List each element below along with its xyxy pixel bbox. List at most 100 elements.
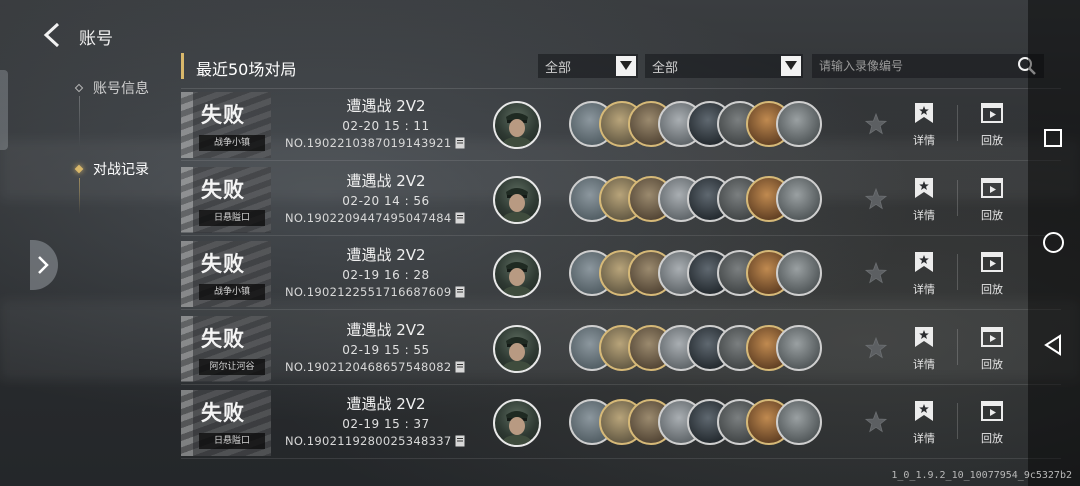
detail-label: 详情 [913,357,935,371]
map-name: 日悬隘口 [199,209,265,226]
map-name: 阿尔让河谷 [199,358,265,375]
star-icon[interactable] [864,112,888,136]
officer-portrait-icon [501,336,533,371]
result-label: 失败 [201,177,245,202]
dropdown-value: 全部 [652,60,679,76]
result-label: 失败 [201,103,245,127]
replay-button[interactable]: 回放 [971,325,1013,375]
copy-icon[interactable] [455,286,465,298]
heavy-tank-unit-icon [775,399,822,445]
nav-item-battle-records[interactable]: 对战记录 [74,159,149,179]
back-arrow-icon [43,22,60,48]
replay-label: 回放 [981,432,1003,445]
button-divider [957,254,958,290]
heavy-tank-unit-icon [775,250,822,296]
system-back-icon[interactable] [1043,334,1063,356]
match-time: 02-19 15 : 55 [342,342,430,357]
star-icon[interactable] [864,410,888,434]
version-label: 1_0_1.9.2_10_10077954_9c5327b2 [891,470,1072,481]
back-button[interactable] [38,20,68,50]
dropdown-arrow-icon [616,56,636,76]
match-mode: 遭遇战 2V2 [346,320,426,339]
match-time: 02-20 15 : 11 [342,119,430,133]
officer-portrait-icon [501,411,533,445]
detail-button[interactable]: 详情 [903,399,945,449]
heavy-tank-unit-icon [775,324,822,371]
section-accent-bar [181,53,184,79]
commander-avatar[interactable] [493,250,541,298]
heavy-tank-unit-icon [775,175,822,222]
replay-label: 回放 [981,134,1003,147]
match-time: 02-20 14 : 56 [342,193,430,208]
replay-label: 回放 [981,283,1003,296]
commander-avatar[interactable] [493,324,541,373]
match-time: 02-19 16 : 28 [342,268,430,282]
search-box [812,54,1044,78]
match-mode: 遭遇战 2V2 [346,395,426,413]
copy-icon[interactable] [455,212,465,224]
filter-dropdown-1[interactable]: 全部 [538,54,638,78]
dropdown-arrow-icon [781,56,801,76]
replay-number: NO.1902122551716687609 [285,285,452,299]
result-label: 失败 [201,252,245,276]
recent-apps-button[interactable] [1044,129,1062,147]
map-name: 日悬隘口 [199,433,265,449]
replay-number: NO.1902120468657548082 [285,359,452,374]
copy-icon[interactable] [455,137,465,149]
search-input[interactable] [812,54,1016,78]
copy-icon[interactable] [455,435,465,447]
detail-button[interactable]: 详情 [903,101,945,151]
detail-label: 详情 [913,208,935,222]
replay-label: 回放 [981,208,1003,222]
expand-panel-button[interactable] [30,240,58,290]
bookmark-star-icon [915,326,933,347]
video-play-icon [981,252,1003,272]
officer-portrait-icon [501,262,533,296]
commander-avatar[interactable] [493,399,541,447]
match-time: 02-19 15 : 37 [342,417,430,431]
detail-button[interactable]: 详情 [903,325,945,375]
unit-lineup [569,101,841,149]
home-button[interactable] [1043,232,1064,253]
match-mode: 遭遇战 2V2 [346,97,426,115]
nav-divider [79,178,80,214]
nav-item-account-info[interactable]: 账号信息 [74,78,149,98]
match-row: 失败 日悬隘口 遭遇战 2V2 02-20 14 : 56 NO.1902209… [181,164,1061,236]
bookmark-star-icon [915,103,933,123]
detail-button[interactable]: 详情 [903,250,945,300]
star-icon[interactable] [864,336,888,360]
detail-button[interactable]: 详情 [903,176,945,226]
video-play-icon [981,326,1003,347]
nav-item-label: 账号信息 [93,81,149,97]
replay-button[interactable]: 回放 [971,250,1013,300]
section-title: 最近50场对局 [196,60,297,79]
match-mode: 遭遇战 2V2 [346,171,426,190]
commander-avatar[interactable] [493,101,541,149]
match-mode: 遭遇战 2V2 [346,246,426,264]
nav-item-label: 对战记录 [93,162,149,178]
video-play-icon [981,177,1003,198]
match-row: 失败 战争小镇 遭遇战 2V2 02-19 16 : 28 NO.1902122… [181,238,1061,310]
copy-icon[interactable] [455,361,465,373]
replay-button[interactable]: 回放 [971,176,1013,226]
star-icon[interactable] [864,187,888,211]
commander-avatar[interactable] [493,175,541,224]
detail-label: 详情 [913,283,935,296]
detail-label: 详情 [913,432,935,445]
map-name: 战争小镇 [199,135,265,151]
bookmark-star-icon [915,252,933,272]
edge-handle[interactable] [0,70,8,150]
officer-portrait-icon [501,187,533,222]
unit-lineup [569,399,841,447]
heavy-tank-unit-icon [775,101,822,147]
button-divider [957,328,958,365]
replay-button[interactable]: 回放 [971,101,1013,151]
bookmark-star-icon [915,401,933,421]
diamond-icon [74,164,84,174]
button-divider [957,403,958,439]
star-icon[interactable] [864,261,888,285]
replay-button[interactable]: 回放 [971,399,1013,449]
unit-lineup [569,250,841,298]
match-row: 失败 日悬隘口 遭遇战 2V2 02-19 15 : 37 NO.1902119… [181,387,1061,459]
filter-dropdown-2[interactable]: 全部 [645,54,803,78]
